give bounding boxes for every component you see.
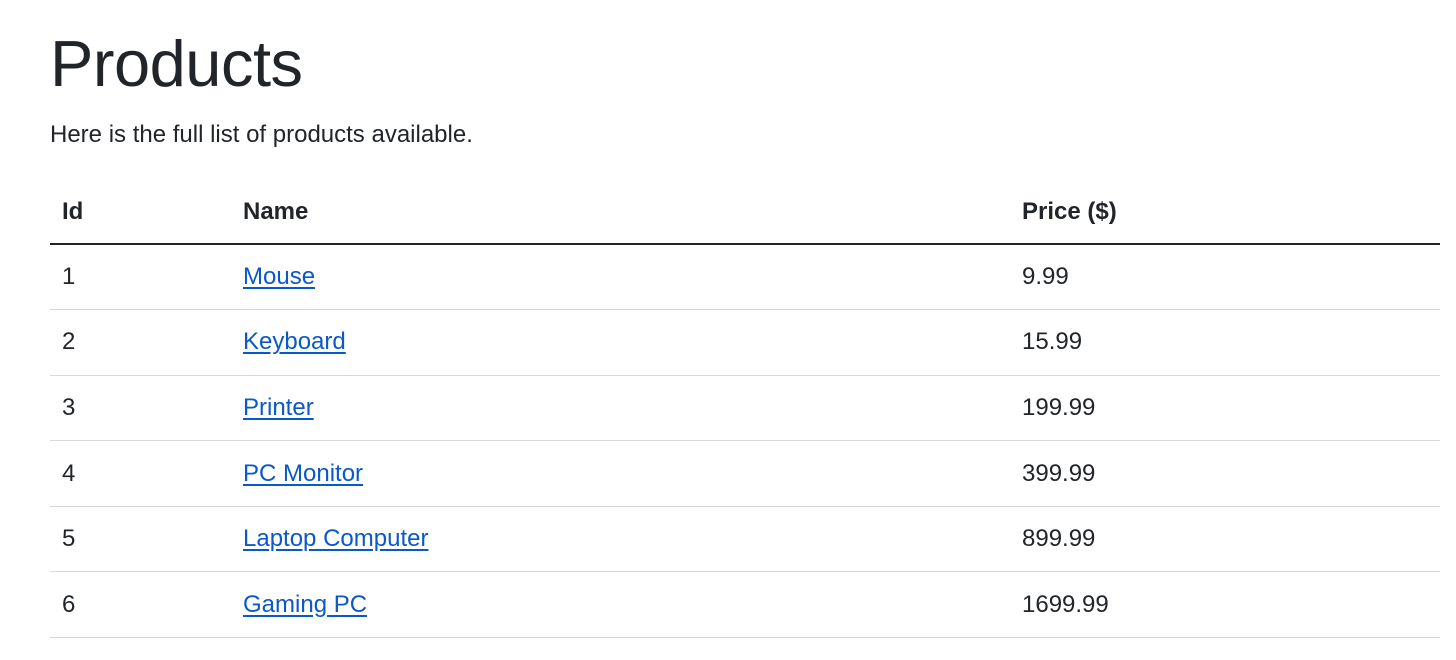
product-link[interactable]: Printer — [243, 394, 314, 421]
cell-price: 1699.99 — [1010, 571, 1440, 639]
cell-price: 399.99 — [1010, 440, 1440, 507]
cell-id: 5 — [50, 506, 231, 573]
column-header-id: Id — [50, 180, 231, 245]
cell-name: Gaming PC — [231, 571, 1010, 639]
product-link[interactable]: PC Monitor — [243, 460, 363, 487]
cell-price: 15.99 — [1010, 309, 1440, 376]
page-intro: Here is the full list of products availa… — [50, 121, 473, 148]
column-header-price: Price ($) — [1010, 180, 1440, 245]
table-row: 2 Keyboard 15.99 — [50, 309, 1440, 376]
table-row: 3 Printer 199.99 — [50, 375, 1440, 442]
column-header-name: Name — [231, 180, 1010, 245]
table-header-row: Id Name Price ($) — [50, 180, 1440, 245]
table-body: 1 Mouse 9.99 2 Keyboard 15.99 3 Printer … — [50, 244, 1440, 639]
products-table: Id Name Price ($) 1 Mouse 9.99 2 Keyboar… — [50, 180, 1440, 639]
cell-name: Mouse — [231, 244, 1010, 311]
product-link[interactable]: Keyboard — [243, 328, 346, 355]
cell-id: 4 — [50, 440, 231, 507]
cell-price: 899.99 — [1010, 506, 1440, 573]
table-row: 5 Laptop Computer 899.99 — [50, 506, 1440, 573]
table-header: Id Name Price ($) — [50, 180, 1440, 245]
cell-id: 3 — [50, 375, 231, 442]
table-row: 4 PC Monitor 399.99 — [50, 440, 1440, 507]
table-row: 6 Gaming PC 1699.99 — [50, 571, 1440, 639]
cell-price: 199.99 — [1010, 375, 1440, 442]
products-page: Products Here is the full list of produc… — [0, 0, 1456, 660]
product-link[interactable]: Mouse — [243, 263, 315, 290]
cell-price: 9.99 — [1010, 244, 1440, 311]
product-link[interactable]: Laptop Computer — [243, 525, 428, 552]
cell-name: Keyboard — [231, 309, 1010, 376]
products-table-container: Id Name Price ($) 1 Mouse 9.99 2 Keyboar… — [50, 180, 1440, 639]
page-title: Products — [50, 27, 303, 100]
product-link[interactable]: Gaming PC — [243, 591, 367, 618]
cell-name: Laptop Computer — [231, 506, 1010, 573]
cell-name: Printer — [231, 375, 1010, 442]
cell-id: 2 — [50, 309, 231, 376]
table-row: 1 Mouse 9.99 — [50, 244, 1440, 311]
cell-id: 6 — [50, 571, 231, 639]
cell-id: 1 — [50, 244, 231, 311]
cell-name: PC Monitor — [231, 440, 1010, 507]
